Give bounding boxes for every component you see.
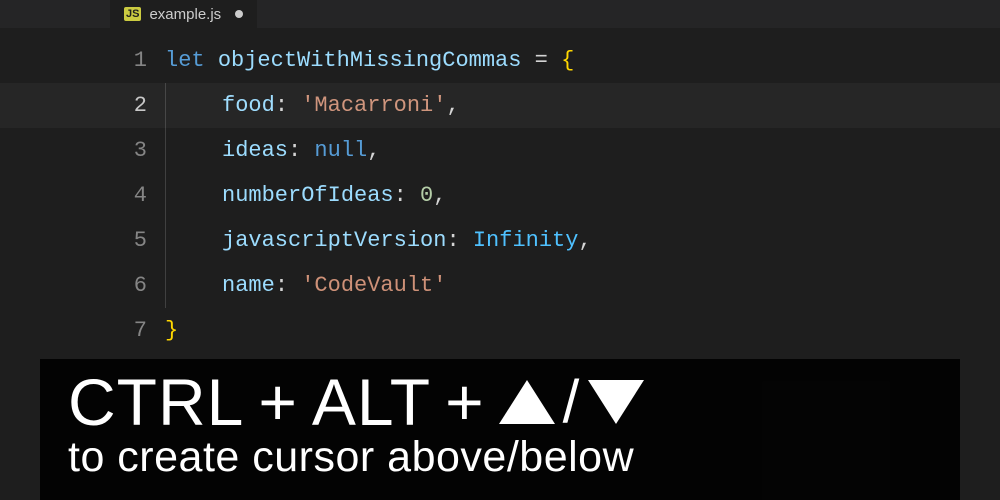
code-token: ideas	[222, 138, 288, 163]
code-token: name	[222, 273, 275, 298]
code-line[interactable]: }	[165, 308, 1000, 353]
indent-guide	[165, 128, 222, 173]
code-token: ,	[433, 183, 446, 208]
code-token: :	[275, 93, 301, 118]
key-ctrl: CTRL	[68, 369, 244, 435]
code-token	[521, 48, 534, 73]
line-number: 5	[110, 218, 165, 263]
slash-separator: /	[563, 372, 581, 432]
line-number: 7	[110, 308, 165, 353]
indent-guide	[165, 83, 222, 128]
plus-icon: +	[258, 369, 298, 435]
line-number: 1	[110, 38, 165, 83]
line-number: 6	[110, 263, 165, 308]
code-token: :	[288, 138, 314, 163]
code-token: 0	[420, 183, 433, 208]
code-token: :	[394, 183, 420, 208]
code-token: 'Macarroni'	[301, 93, 446, 118]
code-token: food	[222, 93, 275, 118]
code-token: numberOfIdeas	[222, 183, 394, 208]
unsaved-indicator-icon	[235, 10, 243, 18]
shortcut-description: to create cursor above/below	[68, 433, 932, 482]
key-alt: ALT	[312, 369, 431, 435]
code-token: ,	[367, 138, 380, 163]
line-number: 4	[110, 173, 165, 218]
tab-filename: example.js	[149, 6, 221, 23]
indent-guide	[165, 218, 222, 263]
line-number: 3	[110, 128, 165, 173]
code-token: :	[275, 273, 301, 298]
code-token: ,	[446, 93, 459, 118]
js-file-icon: JS	[124, 7, 141, 21]
code-token: ,	[578, 228, 591, 253]
code-token	[548, 48, 561, 73]
code-token: =	[535, 48, 548, 73]
code-token: Infinity	[473, 228, 579, 253]
code-token: null	[314, 138, 367, 163]
arrow-up-icon	[499, 380, 555, 424]
code-line[interactable]: name: 'CodeVault'	[165, 263, 1000, 308]
code-token: objectWithMissingCommas	[218, 48, 522, 73]
indent-guide	[165, 263, 222, 308]
code-line[interactable]: javascriptVersion: Infinity,	[165, 218, 1000, 263]
tab-bar: JS example.js	[0, 0, 1000, 28]
code-line[interactable]: let objectWithMissingCommas = {	[165, 38, 1000, 83]
shortcut-keys: CTRL + ALT + /	[68, 369, 932, 435]
code-line[interactable]: food: 'Macarroni',	[165, 83, 1000, 128]
code-token: 'CodeVault'	[301, 273, 446, 298]
editor-tab[interactable]: JS example.js	[110, 0, 257, 28]
code-token: javascriptVersion	[222, 228, 446, 253]
plus-icon: +	[445, 369, 485, 435]
code-line[interactable]: ideas: null,	[165, 128, 1000, 173]
code-token: {	[561, 48, 574, 73]
code-token: }	[165, 318, 178, 343]
arrow-down-icon	[588, 380, 644, 424]
code-line[interactable]: numberOfIdeas: 0,	[165, 173, 1000, 218]
indent-guide	[165, 173, 222, 218]
line-number: 2	[110, 83, 165, 128]
code-token: let	[165, 48, 218, 73]
code-token: :	[446, 228, 472, 253]
shortcut-caption: CTRL + ALT + / to create cursor above/be…	[40, 359, 960, 500]
